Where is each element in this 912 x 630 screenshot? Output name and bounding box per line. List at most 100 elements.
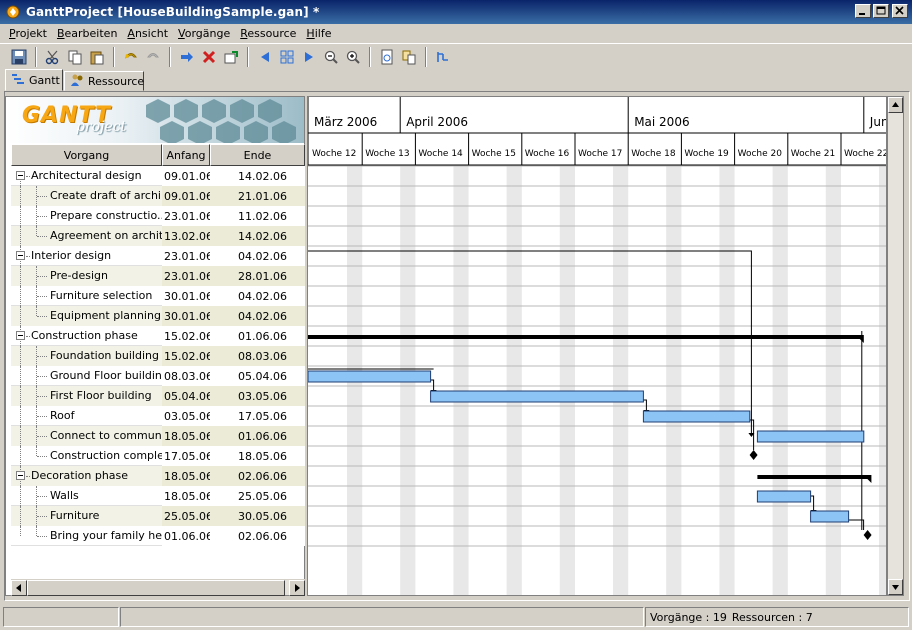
vertical-scrollbar[interactable]	[887, 96, 904, 596]
summary-bar[interactable]	[308, 335, 864, 339]
task-start-date[interactable]: 05.04.06	[162, 386, 210, 406]
column-header-vorgang[interactable]: Vorgang	[11, 144, 162, 166]
task-row[interactable]: Connect to communi...18.05.0601.06.06	[11, 426, 305, 446]
task-bar[interactable]	[308, 370, 432, 383]
task-start-date[interactable]: 25.05.06	[162, 506, 210, 526]
task-name-cell[interactable]: Furniture	[11, 506, 162, 526]
task-properties-icon[interactable]	[220, 46, 242, 68]
task-row[interactable]: Prepare constructio... 23.01.06 11.02.06	[11, 206, 305, 226]
close-button[interactable]	[892, 4, 908, 18]
task-end-date[interactable]: 25.05.06	[210, 486, 305, 506]
maximize-button[interactable]	[873, 4, 889, 18]
task-end-date[interactable]: 03.05.06	[210, 386, 305, 406]
task-name-cell[interactable]: Decoration phase	[11, 466, 162, 486]
task-start-date[interactable]: 08.03.06	[162, 366, 210, 386]
task-name-cell[interactable]: Interior design	[11, 246, 162, 266]
task-row[interactable]: Construction phase 15.02.06 01.06.06	[11, 326, 305, 346]
task-end-date[interactable]: 11.02.06	[210, 206, 305, 226]
task-name-cell[interactable]: Prepare constructio...	[11, 206, 162, 226]
collapse-toggle-icon[interactable]	[16, 171, 25, 180]
task-start-date[interactable]: 15.02.06	[162, 326, 210, 346]
task-name-cell[interactable]: Walls	[11, 486, 162, 506]
task-start-date[interactable]: 09.01.06	[162, 166, 210, 186]
task-name-cell[interactable]: Roof	[11, 406, 162, 426]
horizontal-scrollbar[interactable]	[11, 579, 305, 596]
menu-hilfe[interactable]: Hilfe	[301, 27, 336, 40]
tab-gantt[interactable]: Gantt	[5, 69, 63, 91]
zoom-out-icon[interactable]	[320, 46, 342, 68]
task-start-date[interactable]: 23.01.06	[162, 206, 210, 226]
menu-vorgänge[interactable]: Vorgänge	[173, 27, 235, 40]
save-icon[interactable]	[8, 46, 30, 68]
task-start-date[interactable]: 01.06.06	[162, 526, 210, 546]
task-start-date[interactable]: 13.02.06	[162, 226, 210, 246]
preview-icon[interactable]	[376, 46, 398, 68]
task-end-date[interactable]: 04.02.06	[210, 246, 305, 266]
task-end-date[interactable]: 02.06.06	[210, 526, 305, 546]
center-icon[interactable]	[276, 46, 298, 68]
task-end-date[interactable]: 01.06.06	[210, 426, 305, 446]
task-name-cell[interactable]: Connect to communi...	[11, 426, 162, 446]
task-row[interactable]: First Floor building 05.04.06 03.05.06	[11, 386, 305, 406]
task-name-cell[interactable]: First Floor building	[11, 386, 162, 406]
task-end-date[interactable]: 21.01.06	[210, 186, 305, 206]
task-end-date[interactable]: 05.04.06	[210, 366, 305, 386]
gantt-chart[interactable]: März 2006 April 2006 Mai 2006 Jun Woche 12 Wo…	[308, 97, 887, 596]
task-start-date[interactable]: 17.05.06	[162, 446, 210, 466]
task-end-date[interactable]: 30.05.06	[210, 506, 305, 526]
task-name-cell[interactable]: Pre-design	[11, 266, 162, 286]
task-name-cell[interactable]: Create draft of archi...	[11, 186, 162, 206]
scroll-right-button[interactable]	[289, 580, 305, 596]
task-row[interactable]: Equipment planning 30.01.06 04.02.06	[11, 306, 305, 326]
collapse-toggle-icon[interactable]	[16, 331, 25, 340]
task-row[interactable]: Walls 18.05.06 25.05.06	[11, 486, 305, 506]
menu-ansicht[interactable]: Ansicht	[122, 27, 173, 40]
task-row[interactable]: Interior design 23.01.06 04.02.06	[11, 246, 305, 266]
task-start-date[interactable]: 18.05.06	[162, 426, 210, 446]
task-bar[interactable]	[756, 430, 865, 443]
milestone-marker[interactable]	[863, 530, 872, 540]
task-row[interactable]: Construction comple... 17.05.06 18.05.06	[11, 446, 305, 466]
task-start-date[interactable]: 18.05.06	[162, 466, 210, 486]
task-bar[interactable]	[810, 510, 850, 523]
task-row[interactable]: Decoration phase 18.05.06 02.06.06	[11, 466, 305, 486]
collapse-toggle-icon[interactable]	[16, 471, 25, 480]
menu-projekt[interactable]: Projekt	[4, 27, 52, 40]
scroll-left-icon[interactable]	[254, 46, 276, 68]
task-end-date[interactable]: 01.06.06	[210, 326, 305, 346]
scroll-up-button[interactable]	[888, 97, 903, 113]
task-end-date[interactable]: 08.03.06	[210, 346, 305, 366]
task-end-date[interactable]: 04.02.06	[210, 286, 305, 306]
menu-ressource[interactable]: Ressource	[235, 27, 301, 40]
title-bar[interactable]: GanttProject [HouseBuildingSample.gan] *	[0, 0, 912, 24]
tab-ressource[interactable]: Ressource	[64, 71, 144, 91]
task-bar[interactable]	[642, 410, 751, 423]
copy-icon[interactable]	[64, 46, 86, 68]
task-end-date[interactable]: 28.01.06	[210, 266, 305, 286]
task-start-date[interactable]: 15.02.06	[162, 346, 210, 366]
task-row[interactable]: Foundation building 15.02.06 08.03.06	[11, 346, 305, 366]
task-row[interactable]: Create draft of archi... 09.01.06 21.01.06	[11, 186, 305, 206]
task-start-date[interactable]: 23.01.06	[162, 266, 210, 286]
task-start-date[interactable]: 30.01.06	[162, 286, 210, 306]
indent-task-icon[interactable]	[176, 46, 198, 68]
gantt-chart-pane[interactable]: März 2006 April 2006 Mai 2006 Jun Woche 12 Wo…	[307, 96, 887, 596]
column-header-ende[interactable]: Ende	[210, 144, 305, 166]
redo-icon[interactable]	[142, 46, 164, 68]
task-end-date[interactable]: 14.02.06	[210, 226, 305, 246]
task-row[interactable]: Bring your family here 01.06.06 02.06.06	[11, 526, 305, 546]
task-row[interactable]: Furniture 25.05.06 30.05.06	[11, 506, 305, 526]
task-name-cell[interactable]: Foundation building	[11, 346, 162, 366]
task-start-date[interactable]: 09.01.06	[162, 186, 210, 206]
task-end-date[interactable]: 18.05.06	[210, 446, 305, 466]
task-bar[interactable]	[430, 390, 644, 403]
task-row[interactable]: Architectural design 09.01.06 14.02.06	[11, 166, 305, 186]
cut-icon[interactable]	[42, 46, 64, 68]
column-header-anfang[interactable]: Anfang	[162, 144, 210, 166]
scroll-right-icon[interactable]	[298, 46, 320, 68]
minimize-button[interactable]	[855, 4, 871, 18]
undo-icon[interactable]	[120, 46, 142, 68]
task-end-date[interactable]: 02.06.06	[210, 466, 305, 486]
zoom-in-icon[interactable]	[342, 46, 364, 68]
task-row[interactable]: Roof 03.05.06 17.05.06	[11, 406, 305, 426]
